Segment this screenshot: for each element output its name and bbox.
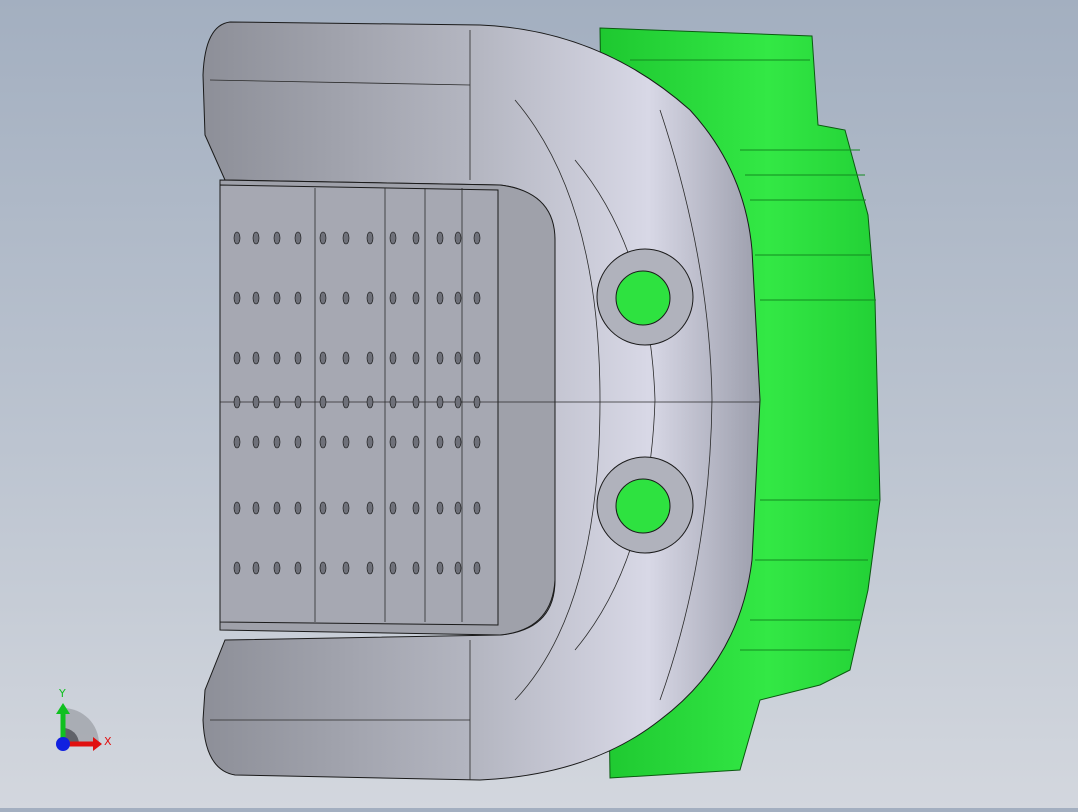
vent-hole (342, 501, 350, 515)
vent-hole (454, 501, 462, 515)
vent-hole (436, 395, 444, 409)
vent-hole (233, 435, 241, 449)
vent-hole (233, 231, 241, 245)
vent-hole (389, 231, 397, 245)
orientation-triad[interactable]: Y X (56, 687, 112, 751)
vent-hole (454, 231, 462, 245)
vent-hole (273, 351, 281, 365)
vent-hole (389, 351, 397, 365)
vent-hole (342, 351, 350, 365)
vent-hole (294, 231, 302, 245)
vent-hole (319, 231, 327, 245)
vent-hole (252, 435, 260, 449)
vent-hole (319, 435, 327, 449)
vent-hole (454, 291, 462, 305)
vent-hole (366, 561, 374, 575)
vent-hole (389, 501, 397, 515)
vent-hole (233, 395, 241, 409)
vent-hole (233, 351, 241, 365)
vent-hole (294, 291, 302, 305)
vent-hole (252, 231, 260, 245)
y-axis-label: Y (58, 687, 66, 700)
vent-hole (342, 395, 350, 409)
vent-hole (412, 231, 420, 245)
vent-hole (273, 561, 281, 575)
vent-hole (273, 395, 281, 409)
vent-hole (273, 435, 281, 449)
vent-hole (233, 291, 241, 305)
vent-hole (436, 231, 444, 245)
vent-hole (366, 501, 374, 515)
vent-hole (252, 351, 260, 365)
vent-hole (342, 435, 350, 449)
vent-hole (436, 351, 444, 365)
vent-hole (319, 351, 327, 365)
vent-hole (454, 435, 462, 449)
vent-hole (366, 435, 374, 449)
vent-hole (273, 231, 281, 245)
vent-hole (273, 501, 281, 515)
vent-hole (294, 435, 302, 449)
vent-hole (294, 351, 302, 365)
vent-hole (389, 561, 397, 575)
vent-hole (412, 501, 420, 515)
vent-hole (319, 561, 327, 575)
vent-hole (366, 231, 374, 245)
vent-hole (473, 231, 481, 245)
vent-hole (436, 291, 444, 305)
vent-hole (342, 231, 350, 245)
vent-hole (319, 395, 327, 409)
vent-hole (273, 291, 281, 305)
vent-hole (473, 291, 481, 305)
bolt-hole-top (596, 248, 694, 346)
vent-hole (412, 351, 420, 365)
vent-hole (252, 501, 260, 515)
vent-hole (252, 291, 260, 305)
vent-hole (294, 561, 302, 575)
vent-hole (473, 395, 481, 409)
bolt-hole-bottom (596, 456, 694, 554)
vent-hole (252, 395, 260, 409)
vent-hole (319, 501, 327, 515)
vent-hole (366, 291, 374, 305)
x-axis-label: X (104, 735, 112, 748)
vent-hole (233, 561, 241, 575)
vent-hole (342, 561, 350, 575)
vent-hole (294, 501, 302, 515)
vent-hole (454, 351, 462, 365)
vent-hole (473, 561, 481, 575)
vent-hole (473, 501, 481, 515)
vent-hole (473, 351, 481, 365)
3d-viewport[interactable]: Y X (0, 0, 1078, 808)
vent-hole (436, 561, 444, 575)
vent-hole (412, 435, 420, 449)
vent-hole (412, 395, 420, 409)
vent-hole (366, 395, 374, 409)
vent-hole (454, 395, 462, 409)
vent-hole (412, 291, 420, 305)
vent-hole (366, 351, 374, 365)
vent-hole (342, 291, 350, 305)
vent-hole (454, 561, 462, 575)
vent-hole (436, 501, 444, 515)
vent-hole (319, 291, 327, 305)
vent-hole (436, 435, 444, 449)
vent-hole (389, 291, 397, 305)
vent-hole (389, 435, 397, 449)
cad-model[interactable]: Y X (0, 0, 1078, 808)
vent-hole (233, 501, 241, 515)
vent-hole (294, 395, 302, 409)
vent-hole (473, 435, 481, 449)
vent-hole (252, 561, 260, 575)
gray-shell (202, 21, 761, 781)
vent-hole (389, 395, 397, 409)
z-axis-dot (56, 737, 70, 751)
vent-hole (412, 561, 420, 575)
